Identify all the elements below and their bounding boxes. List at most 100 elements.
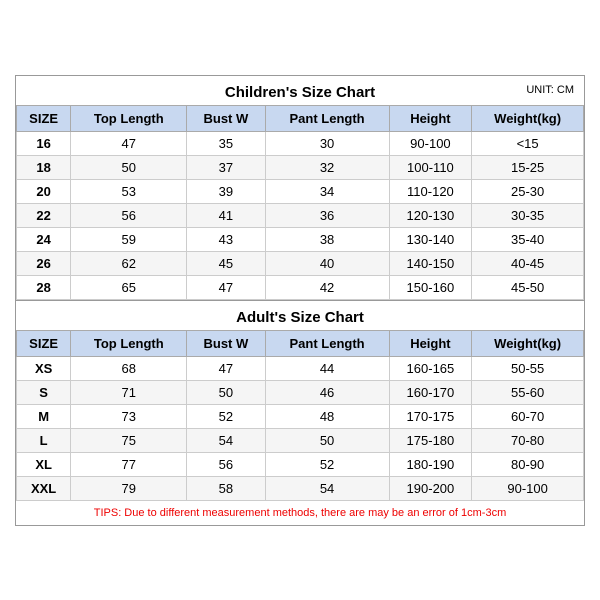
- data-cell: 50: [187, 380, 265, 404]
- data-cell: 50: [265, 428, 389, 452]
- table-row: 28654742150-16045-50: [17, 275, 584, 299]
- adult-table: SIZE Top Length Bust W Pant Length Heigh…: [16, 330, 584, 501]
- tips-text: TIPS: Due to different measurement metho…: [16, 501, 584, 525]
- size-cell: XXL: [17, 476, 71, 500]
- size-cell: 20: [17, 179, 71, 203]
- data-cell: 62: [71, 251, 187, 275]
- data-cell: 40: [265, 251, 389, 275]
- col-header-bustw-a: Bust W: [187, 330, 265, 356]
- data-cell: 50-55: [472, 356, 584, 380]
- data-cell: 25-30: [472, 179, 584, 203]
- size-cell: 26: [17, 251, 71, 275]
- data-cell: 120-130: [389, 203, 472, 227]
- table-row: 20533934110-12025-30: [17, 179, 584, 203]
- table-row: 18503732100-11015-25: [17, 155, 584, 179]
- col-header-toplength-a: Top Length: [71, 330, 187, 356]
- data-cell: 77: [71, 452, 187, 476]
- size-cell: 24: [17, 227, 71, 251]
- table-row: S715046160-17055-60: [17, 380, 584, 404]
- data-cell: 90-100: [389, 131, 472, 155]
- data-cell: 75: [71, 428, 187, 452]
- data-cell: 70-80: [472, 428, 584, 452]
- data-cell: 58: [187, 476, 265, 500]
- size-chart: Children's Size Chart UNIT: CM SIZE Top …: [15, 75, 585, 526]
- adult-title-text: Adult's Size Chart: [236, 309, 364, 326]
- data-cell: 50: [71, 155, 187, 179]
- data-cell: 54: [265, 476, 389, 500]
- data-cell: 60-70: [472, 404, 584, 428]
- data-cell: 39: [187, 179, 265, 203]
- children-title-text: Children's Size Chart: [225, 84, 375, 101]
- data-cell: 140-150: [389, 251, 472, 275]
- children-section-title: Children's Size Chart UNIT: CM: [16, 76, 584, 105]
- table-row: 26624540140-15040-45: [17, 251, 584, 275]
- data-cell: 35: [187, 131, 265, 155]
- size-cell: 22: [17, 203, 71, 227]
- size-cell: M: [17, 404, 71, 428]
- data-cell: 46: [265, 380, 389, 404]
- data-cell: 38: [265, 227, 389, 251]
- data-cell: 32: [265, 155, 389, 179]
- table-row: XXL795854190-20090-100: [17, 476, 584, 500]
- data-cell: 40-45: [472, 251, 584, 275]
- data-cell: 53: [71, 179, 187, 203]
- size-cell: XL: [17, 452, 71, 476]
- col-header-weight-c: Weight(kg): [472, 105, 584, 131]
- table-row: L755450175-18070-80: [17, 428, 584, 452]
- size-cell: 28: [17, 275, 71, 299]
- data-cell: 45-50: [472, 275, 584, 299]
- data-cell: 160-165: [389, 356, 472, 380]
- data-cell: 41: [187, 203, 265, 227]
- size-cell: 18: [17, 155, 71, 179]
- col-header-size-c: SIZE: [17, 105, 71, 131]
- data-cell: 175-180: [389, 428, 472, 452]
- data-cell: 65: [71, 275, 187, 299]
- data-cell: 34: [265, 179, 389, 203]
- data-cell: 79: [71, 476, 187, 500]
- data-cell: 45: [187, 251, 265, 275]
- data-cell: 150-160: [389, 275, 472, 299]
- data-cell: 130-140: [389, 227, 472, 251]
- size-cell: XS: [17, 356, 71, 380]
- data-cell: 47: [187, 356, 265, 380]
- col-header-weight-a: Weight(kg): [472, 330, 584, 356]
- data-cell: 56: [187, 452, 265, 476]
- children-table: SIZE Top Length Bust W Pant Length Heigh…: [16, 105, 584, 300]
- data-cell: 80-90: [472, 452, 584, 476]
- data-cell: 110-120: [389, 179, 472, 203]
- data-cell: 55-60: [472, 380, 584, 404]
- table-row: 24594338130-14035-40: [17, 227, 584, 251]
- table-row: M735248170-17560-70: [17, 404, 584, 428]
- data-cell: 48: [265, 404, 389, 428]
- col-header-height-c: Height: [389, 105, 472, 131]
- data-cell: <15: [472, 131, 584, 155]
- data-cell: 47: [187, 275, 265, 299]
- data-cell: 59: [71, 227, 187, 251]
- data-cell: 52: [265, 452, 389, 476]
- adult-header-row: SIZE Top Length Bust W Pant Length Heigh…: [17, 330, 584, 356]
- col-header-bustw-c: Bust W: [187, 105, 265, 131]
- col-header-size-a: SIZE: [17, 330, 71, 356]
- col-header-toplength-c: Top Length: [71, 105, 187, 131]
- data-cell: 36: [265, 203, 389, 227]
- data-cell: 56: [71, 203, 187, 227]
- data-cell: 100-110: [389, 155, 472, 179]
- size-cell: S: [17, 380, 71, 404]
- data-cell: 42: [265, 275, 389, 299]
- data-cell: 68: [71, 356, 187, 380]
- data-cell: 190-200: [389, 476, 472, 500]
- data-cell: 54: [187, 428, 265, 452]
- data-cell: 15-25: [472, 155, 584, 179]
- data-cell: 73: [71, 404, 187, 428]
- data-cell: 180-190: [389, 452, 472, 476]
- data-cell: 160-170: [389, 380, 472, 404]
- data-cell: 30: [265, 131, 389, 155]
- data-cell: 170-175: [389, 404, 472, 428]
- data-cell: 47: [71, 131, 187, 155]
- unit-label: UNIT: CM: [526, 84, 574, 96]
- data-cell: 90-100: [472, 476, 584, 500]
- data-cell: 52: [187, 404, 265, 428]
- data-cell: 37: [187, 155, 265, 179]
- data-cell: 30-35: [472, 203, 584, 227]
- data-cell: 71: [71, 380, 187, 404]
